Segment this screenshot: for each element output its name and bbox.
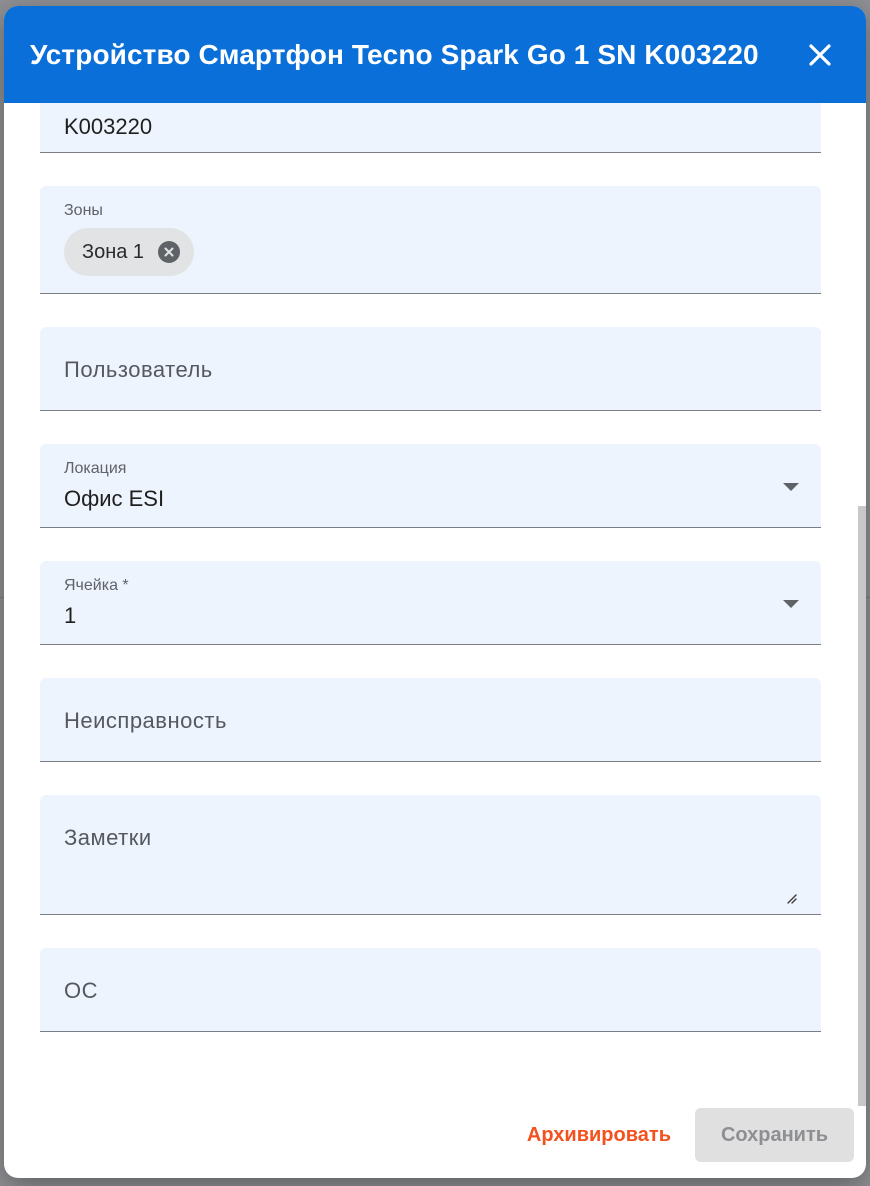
scrollbar[interactable] bbox=[858, 506, 866, 1106]
close-button[interactable] bbox=[800, 35, 840, 75]
chevron-down-icon bbox=[783, 600, 799, 608]
zone-chip-label: Зона 1 bbox=[82, 240, 145, 263]
cell-select[interactable]: Ячейка * 1 bbox=[40, 561, 821, 645]
user-field[interactable]: Пользователь bbox=[40, 327, 821, 411]
dialog-header: Устройство Смартфон Tecno Spark Go 1 SN … bbox=[4, 6, 866, 103]
cell-value: 1 bbox=[64, 603, 77, 628]
save-button[interactable]: Сохранить bbox=[695, 1108, 854, 1162]
chip-remove-icon[interactable] bbox=[158, 241, 181, 263]
location-label: Локация bbox=[64, 460, 127, 477]
chevron-down-icon bbox=[783, 483, 799, 491]
location-select[interactable]: Локация Офис ESI bbox=[40, 444, 821, 528]
os-placeholder: ОС bbox=[64, 978, 98, 1003]
dialog-title: Устройство Смартфон Tecno Spark Go 1 SN … bbox=[30, 38, 759, 70]
serial-value: K003220 bbox=[64, 114, 153, 139]
close-icon bbox=[809, 43, 831, 66]
malfunction-field[interactable]: Неисправность bbox=[40, 678, 821, 762]
notes-placeholder: Заметки bbox=[64, 825, 152, 850]
user-placeholder: Пользователь bbox=[64, 357, 213, 382]
zones-label: Зоны bbox=[64, 202, 103, 219]
serial-field[interactable]: K003220 bbox=[40, 103, 821, 153]
device-dialog: Устройство Смартфон Tecno Spark Go 1 SN … bbox=[4, 6, 866, 1178]
zones-field[interactable]: Зоны Зона 1 bbox=[40, 186, 821, 294]
cell-label: Ячейка * bbox=[64, 577, 129, 594]
resize-handle-icon[interactable] bbox=[785, 892, 797, 904]
archive-button[interactable]: Архивировать bbox=[527, 1124, 671, 1147]
dialog-body: K003220 Зоны Зона 1 Пользователь Локация… bbox=[4, 103, 866, 1092]
malfunction-placeholder: Неисправность bbox=[64, 708, 227, 733]
os-field[interactable]: ОС bbox=[40, 948, 821, 1032]
dialog-footer: Архивировать Сохранить bbox=[4, 1092, 866, 1178]
notes-textarea[interactable]: Заметки bbox=[40, 795, 821, 915]
zone-chip[interactable]: Зона 1 bbox=[64, 228, 195, 276]
location-value: Офис ESI bbox=[64, 486, 165, 511]
